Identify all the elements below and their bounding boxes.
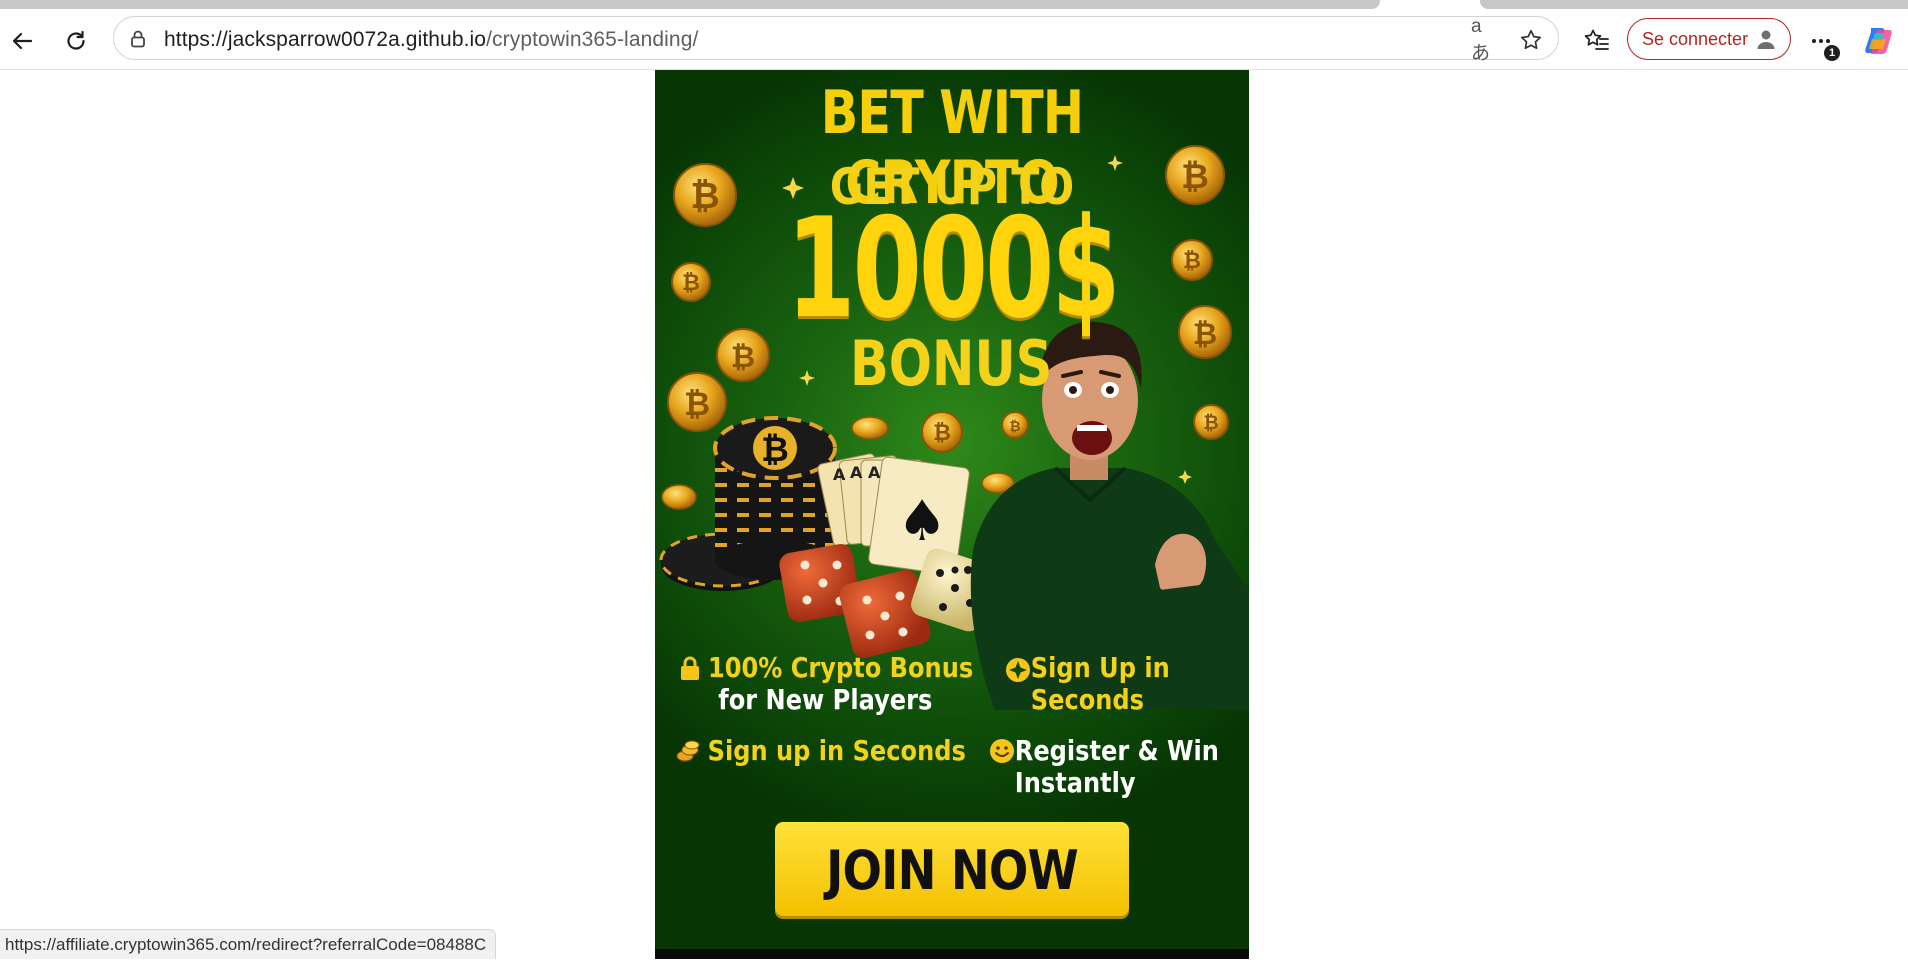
back-arrow-icon xyxy=(12,32,33,50)
translate-icon: aあ xyxy=(1471,15,1491,64)
join-now-label: JOIN NOW xyxy=(826,839,1079,902)
feature-line-2: Seconds xyxy=(1030,683,1145,716)
svg-text:₿: ₿ xyxy=(684,385,710,423)
page-viewport: ₿ ₿ ₿ ₿ ₿ ₿ ₿ ₿ ₿ ₿ ₿ A A A ♠ BET WITH C… xyxy=(0,70,1908,959)
url-text[interactable]: https://jacksparrow0072a.github.io/crypt… xyxy=(164,28,698,52)
bitcoin-coin-icon: ₿ xyxy=(921,411,963,453)
sign-in-button[interactable]: Se connecter xyxy=(1627,18,1791,60)
feature-signup-fast: Sign up in Seconds xyxy=(675,735,1013,767)
tab-strip xyxy=(0,0,1908,11)
copilot-button[interactable] xyxy=(1859,21,1899,61)
gold-coin-icon xyxy=(661,484,697,510)
feature-signup-seconds: Sign Up in Seconds xyxy=(1005,652,1197,716)
bitcoin-coin-icon: ₿ xyxy=(1001,411,1029,439)
copilot-icon xyxy=(1865,28,1892,54)
tab-inactive[interactable] xyxy=(1480,0,1908,9)
reload-icon xyxy=(67,30,85,50)
svg-text:₿: ₿ xyxy=(682,271,700,296)
site-info-button[interactable] xyxy=(126,27,150,51)
feature-line-1: Sign up in Seconds xyxy=(707,734,966,767)
notification-badge: 1 xyxy=(1824,45,1840,61)
feature-register-win: Register & Win Instantly xyxy=(989,735,1249,799)
translate-button[interactable]: aあ xyxy=(1471,16,1499,64)
status-bar-link-preview: https://affiliate.cryptowin365.com/redir… xyxy=(0,929,497,959)
svg-text:A: A xyxy=(833,465,846,484)
svg-text:₿: ₿ xyxy=(1203,412,1218,434)
feature-line-1: Sign Up in xyxy=(1030,651,1170,684)
url-path: /cryptowin365-landing/ xyxy=(486,28,699,51)
svg-text:₿: ₿ xyxy=(1183,249,1201,274)
gold-coin-icon xyxy=(851,416,889,440)
promo-banner[interactable]: ₿ ₿ ₿ ₿ ₿ ₿ ₿ ₿ ₿ ₿ ₿ A A A ♠ BET WITH C… xyxy=(655,70,1249,959)
svg-text:A: A xyxy=(850,463,863,482)
bitcoin-coin-icon: ₿ xyxy=(1171,239,1213,281)
sign-in-label: Se connecter xyxy=(1642,29,1749,49)
tab-active[interactable] xyxy=(0,0,1380,9)
add-favorite-button[interactable] xyxy=(1517,26,1545,54)
bitcoin-coin-icon: ₿ xyxy=(671,262,711,302)
svg-text:A: A xyxy=(868,463,881,482)
bonus-amount: 1000$ xyxy=(786,188,1120,349)
reload-button[interactable] xyxy=(56,21,96,61)
feature-line-2: for New Players xyxy=(718,683,933,716)
feature-line-1: 100% Crypto Bonus xyxy=(707,651,974,684)
banner-bottom-edge xyxy=(655,949,1249,959)
svg-text:₿: ₿ xyxy=(761,430,789,470)
bitcoin-coin-icon: ₿ xyxy=(1193,404,1229,440)
url-host: https://jacksparrow0072a.github.io xyxy=(164,28,487,51)
bonus-label: BONUS xyxy=(849,327,1053,400)
svg-text:₿: ₿ xyxy=(933,421,951,446)
back-button[interactable] xyxy=(2,21,42,61)
svg-text:₿: ₿ xyxy=(1193,317,1217,352)
feature-crypto-bonus: 100% Crypto Bonus for New Players xyxy=(677,652,1021,716)
lock-icon xyxy=(131,30,145,48)
favorites-icon xyxy=(1584,29,1609,50)
svg-text:♠: ♠ xyxy=(897,489,947,554)
svg-text:₿: ₿ xyxy=(1009,419,1020,435)
feature-line-1: Register & Win xyxy=(1014,734,1219,767)
favorites-button[interactable] xyxy=(1577,21,1617,61)
address-bar[interactable]: https://jacksparrow0072a.github.io/crypt… xyxy=(113,16,1559,64)
browser-toolbar: https://jacksparrow0072a.github.io/crypt… xyxy=(0,11,1908,70)
star-icon xyxy=(1521,29,1541,50)
feature-line-2: Instantly xyxy=(1014,766,1136,799)
profile-icon xyxy=(1757,30,1775,49)
join-now-button[interactable]: JOIN NOW xyxy=(775,822,1129,916)
